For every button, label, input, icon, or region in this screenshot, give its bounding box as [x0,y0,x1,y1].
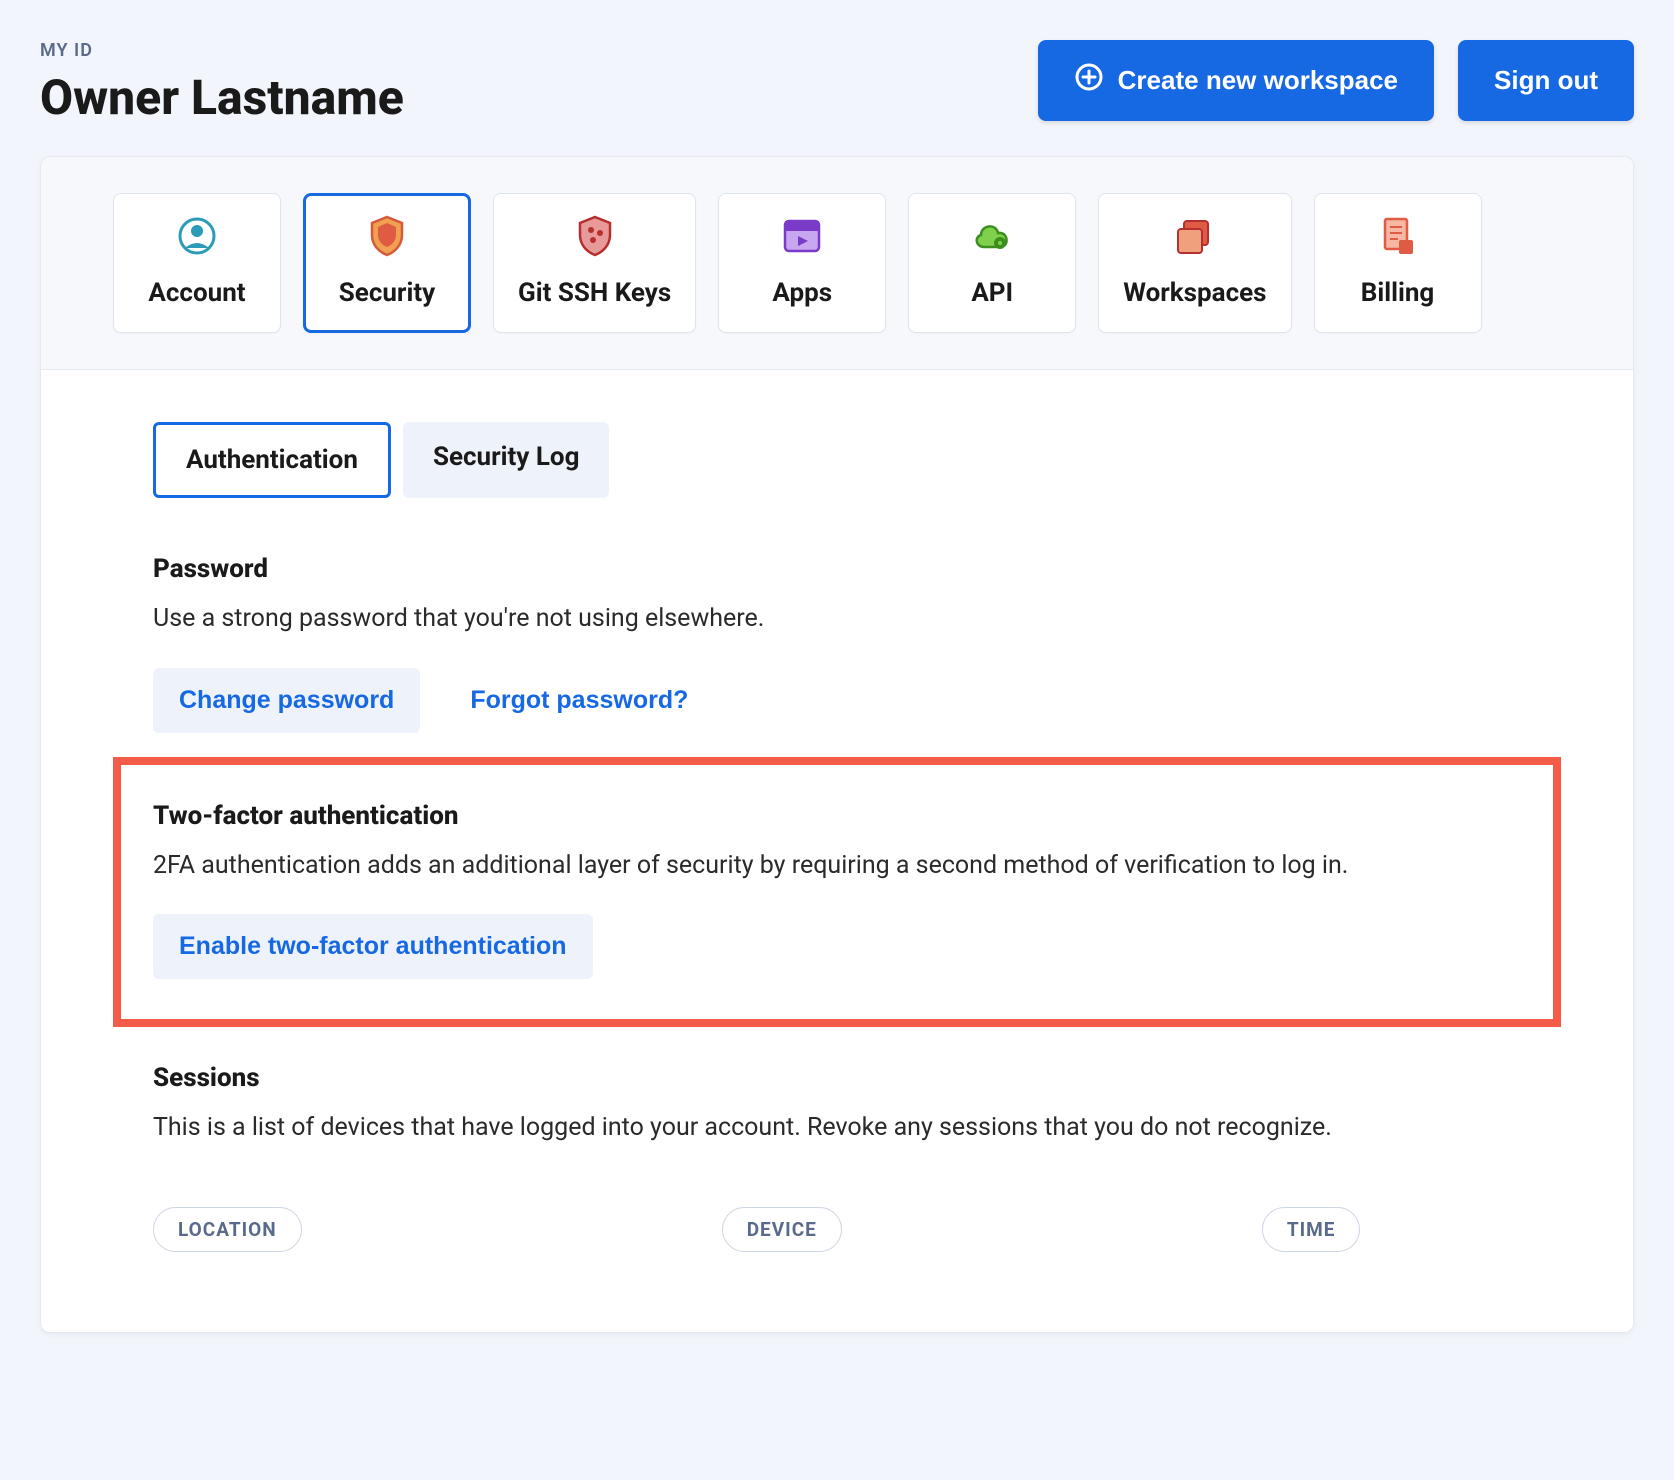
sessions-col-location[interactable]: LOCATION [153,1207,302,1252]
two-factor-highlight: Two-factor authentication 2FA authentica… [113,757,1561,1028]
sessions-section: Sessions This is a list of devices that … [153,1063,1521,1252]
create-workspace-button[interactable]: Create new workspace [1038,40,1434,121]
subtab-row: Authentication Security Log [153,422,1521,498]
sessions-columns: LOCATION DEVICE TIME [153,1207,1521,1252]
nav-card-billing[interactable]: Billing [1314,193,1482,333]
sessions-title: Sessions [153,1063,1521,1093]
password-desc: Use a strong password that you're not us… [153,600,1521,638]
settings-panel: Account Security Git SSH Keys [40,156,1634,1333]
nav-card-api[interactable]: API [908,193,1076,333]
shield-dots-icon [573,214,617,258]
sign-out-button[interactable]: Sign out [1458,40,1634,121]
sessions-col-device[interactable]: DEVICE [722,1207,842,1252]
nav-card-workspaces[interactable]: Workspaces [1098,193,1291,333]
sign-out-label: Sign out [1494,65,1598,96]
forgot-password-link[interactable]: Forgot password? [460,668,698,733]
sessions-desc: This is a list of devices that have logg… [153,1109,1521,1147]
stacked-docs-icon [1173,214,1217,258]
sessions-col-time[interactable]: TIME [1262,1207,1361,1252]
enable-2fa-button[interactable]: Enable two-factor authentication [153,914,593,979]
two-factor-desc: 2FA authentication adds an additional la… [153,847,1521,885]
shield-icon [365,214,409,258]
nav-card-apps[interactable]: Apps [718,193,886,333]
password-section: Password Use a strong password that you'… [153,554,1521,733]
nav-card-gitssh[interactable]: Git SSH Keys [493,193,696,333]
owner-name: Owner Lastname [40,69,404,126]
settings-nav: Account Security Git SSH Keys [41,157,1633,370]
nav-card-security[interactable]: Security [303,193,471,333]
create-workspace-label: Create new workspace [1118,65,1398,96]
subtab-authentication[interactable]: Authentication [153,422,391,498]
nav-label: Workspaces [1123,278,1266,308]
receipt-icon [1376,214,1420,258]
change-password-button[interactable]: Change password [153,668,420,733]
nav-card-account[interactable]: Account [113,193,281,333]
password-title: Password [153,554,1521,584]
nav-label: Git SSH Keys [518,278,671,308]
plus-circle-icon [1074,62,1104,99]
nav-label: Security [339,278,435,308]
subtab-security-log[interactable]: Security Log [403,422,610,498]
app-window-icon [780,214,824,258]
nav-label: Apps [772,278,832,308]
nav-label: Account [148,278,245,308]
two-factor-title: Two-factor authentication [153,801,1521,831]
nav-label: Billing [1361,278,1435,308]
my-id-eyebrow: MY ID [40,40,404,61]
user-circle-icon [175,214,219,258]
nav-label: API [971,278,1013,308]
cloud-gear-icon [970,214,1014,258]
